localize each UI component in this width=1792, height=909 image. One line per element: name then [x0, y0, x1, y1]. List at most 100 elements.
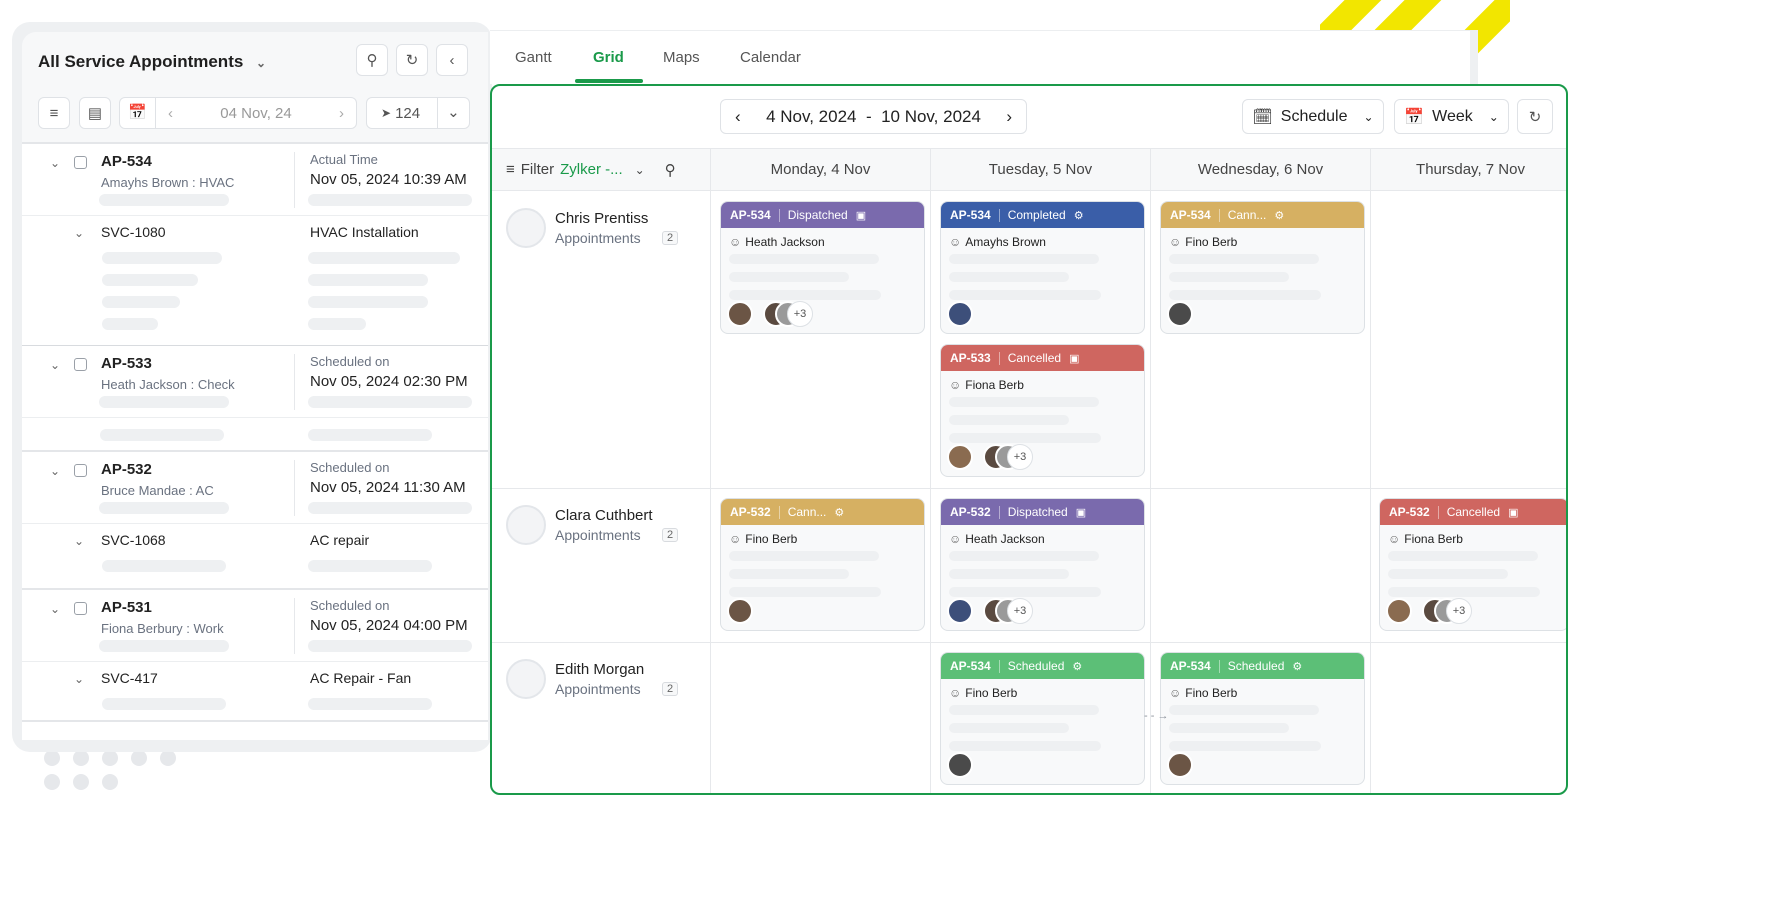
next-date-icon[interactable]: ›: [339, 105, 344, 122]
calendar-icon: ▣: [1075, 506, 1087, 519]
tab-calendar[interactable]: Calendar: [740, 49, 801, 66]
chevron-down-icon[interactable]: ⌄: [74, 534, 84, 548]
separator: [1218, 208, 1220, 222]
row-checkbox[interactable]: [74, 358, 87, 371]
more-technicians[interactable]: +3: [1007, 598, 1033, 624]
appointment-card[interactable]: AP-532 Dispatched ▣ ☺ Heath Jackson +3: [940, 498, 1145, 631]
card-id: AP-532: [1389, 505, 1430, 519]
resource-0[interactable]: Chris Prentiss Appointments 2: [506, 204, 706, 254]
placeholder-bar: [949, 415, 1069, 425]
appointment-row[interactable]: ⌄ AP-534 Amayhs Brown : HVAC Actual Time Nov…: [22, 144, 488, 216]
assignee-name: Fiona Berb: [965, 378, 1024, 392]
appointment-card[interactable]: AP-534 Dispatched ▣ ☺ Heath Jackson +3: [720, 201, 925, 334]
refresh-grid-button[interactable]: ↻: [1517, 99, 1553, 134]
appointment-card[interactable]: AP-533 Cancelled ▣ ☺ Fiona Berb +3: [940, 344, 1145, 477]
appointment-card[interactable]: AP-532 Cann... ⚙ ☺ Fino Berb: [720, 498, 925, 631]
prev-week-icon[interactable]: ‹: [735, 107, 741, 127]
service-row[interactable]: ⌄ SVC-417 AC Repair - Fan: [22, 662, 488, 722]
row-divider: [492, 488, 1566, 489]
view-title[interactable]: All Service Appointments ⌄: [38, 52, 266, 72]
technician-icon: ⚙: [834, 506, 845, 519]
more-technicians[interactable]: +3: [1007, 444, 1033, 470]
placeholder-bar: [1169, 723, 1289, 733]
search-button[interactable]: ⚲: [356, 44, 388, 76]
chevron-down-icon[interactable]: ⌄: [50, 464, 60, 478]
day-header: Monday, 4 Nov: [710, 148, 930, 191]
user-icon: ☺: [1169, 235, 1182, 249]
tab-maps[interactable]: Maps: [663, 49, 700, 66]
layout-button[interactable]: ▤: [79, 97, 111, 129]
placeholder-bar: [308, 502, 472, 514]
service-row[interactable]: ⌄ SVC-1068 AC repair: [22, 524, 488, 590]
filter-icon: ≡: [506, 161, 515, 178]
placeholder-bar: [949, 723, 1069, 733]
user-icon: ☺: [729, 532, 742, 546]
placeholder-bar: [308, 296, 428, 308]
send-icon: ➤: [381, 106, 392, 120]
card-id: AP-534: [1170, 208, 1211, 222]
appointment-card[interactable]: AP-534 Scheduled ⚙ ☺ Fino Berb: [1160, 652, 1365, 785]
appointment-customer: Fiona Berbury : Work: [101, 621, 224, 636]
user-icon: ☺: [949, 532, 962, 546]
card-header: AP-534 Scheduled ⚙: [941, 653, 1144, 679]
period-select[interactable]: 📅 Week ⌄: [1394, 99, 1509, 134]
placeholder-bar: [729, 272, 849, 282]
filter-bar[interactable]: ≡ Filter Zylker -... ⌄ ⚲: [492, 148, 710, 191]
appointment-card[interactable]: AP-534 Completed ⚙ ☺ Amayhs Brown: [940, 201, 1145, 334]
resource-avatar: [506, 208, 546, 248]
resource-name: Edith Morgan: [555, 661, 645, 678]
dispatch-button[interactable]: ➤ 124 ⌄: [366, 97, 470, 129]
chevron-down-icon[interactable]: ⌄: [74, 672, 84, 686]
card-id: AP-534: [950, 659, 991, 673]
refresh-button[interactable]: ↻: [396, 44, 428, 76]
appointment-row[interactable]: ⌄ AP-533 Heath Jackson : Check Scheduled on…: [22, 346, 488, 418]
range-start: 4 Nov, 2024: [766, 106, 857, 126]
search-icon: ⚲: [366, 52, 378, 69]
chevron-down-icon[interactable]: ⌄: [50, 602, 60, 616]
placeholder-bar: [729, 569, 849, 579]
card-assignee: ☺ Amayhs Brown: [949, 235, 1046, 249]
chevron-down-icon[interactable]: ⌄: [50, 156, 60, 170]
card-status: Dispatched: [1007, 505, 1068, 519]
row-checkbox[interactable]: [74, 156, 87, 169]
service-row[interactable]: ⌄ SVC-1080 HVAC Installation: [22, 216, 488, 346]
card-status: Cancelled: [1007, 351, 1062, 365]
separator: [778, 505, 780, 519]
more-technicians[interactable]: +3: [787, 301, 813, 327]
row-checkbox[interactable]: [74, 602, 87, 615]
next-week-icon[interactable]: ›: [1006, 107, 1012, 127]
resource-2[interactable]: Edith Morgan Appointments 2: [506, 655, 706, 705]
user-icon: ☺: [949, 686, 962, 700]
placeholder-bar: [308, 396, 472, 408]
technician-avatar: [727, 301, 753, 327]
chevron-down-icon[interactable]: ⌄: [436, 98, 469, 128]
dispatch-count: 124: [395, 104, 421, 122]
card-status: Dispatched: [787, 208, 848, 222]
date-picker[interactable]: 📅 ‹ 04 Nov, 24 ›: [119, 97, 357, 129]
resource-name: Chris Prentiss: [555, 210, 649, 227]
view-mode-select[interactable]: 🗓 Schedule ⌄: [1242, 99, 1384, 134]
resource-avatar: [506, 505, 546, 545]
more-technicians[interactable]: +3: [1446, 598, 1472, 624]
appointment-id: AP-534: [101, 153, 152, 170]
row-divider: [492, 642, 1566, 643]
card-status: Cann...: [787, 505, 827, 519]
appointment-card[interactable]: AP-534 Cann... ⚙ ☺ Fino Berb: [1160, 201, 1365, 334]
resource-1[interactable]: Clara Cuthbert Appointments 2: [506, 501, 706, 551]
appointment-row[interactable]: ⌄ AP-532 Bruce Mandae : AC Scheduled on Nov …: [22, 452, 488, 524]
filter-button[interactable]: ≡: [38, 97, 70, 129]
search-icon[interactable]: ⚲: [665, 161, 676, 179]
placeholder-bar: [102, 698, 226, 710]
appointment-row[interactable]: ⌄ AP-531 Fiona Berbury : Work Scheduled on N…: [22, 590, 488, 662]
tab-grid[interactable]: Grid: [593, 49, 624, 66]
row-checkbox[interactable]: [74, 464, 87, 477]
chevron-down-icon[interactable]: ⌄: [50, 358, 60, 372]
tab-gantt[interactable]: Gantt: [515, 49, 552, 66]
appointment-card[interactable]: AP-534 Scheduled ⚙ ☺ Fino Berb: [940, 652, 1145, 785]
time-label: Actual Time: [310, 152, 378, 167]
chevron-down-icon[interactable]: ⌄: [74, 226, 84, 240]
collapse-button[interactable]: ‹: [436, 44, 468, 76]
appointment-card[interactable]: AP-532 Cancelled ▣ ☺ Fiona Berb +3: [1379, 498, 1566, 631]
range-separator: -: [865, 106, 872, 126]
card-assignee: ☺ Fino Berb: [729, 532, 797, 546]
